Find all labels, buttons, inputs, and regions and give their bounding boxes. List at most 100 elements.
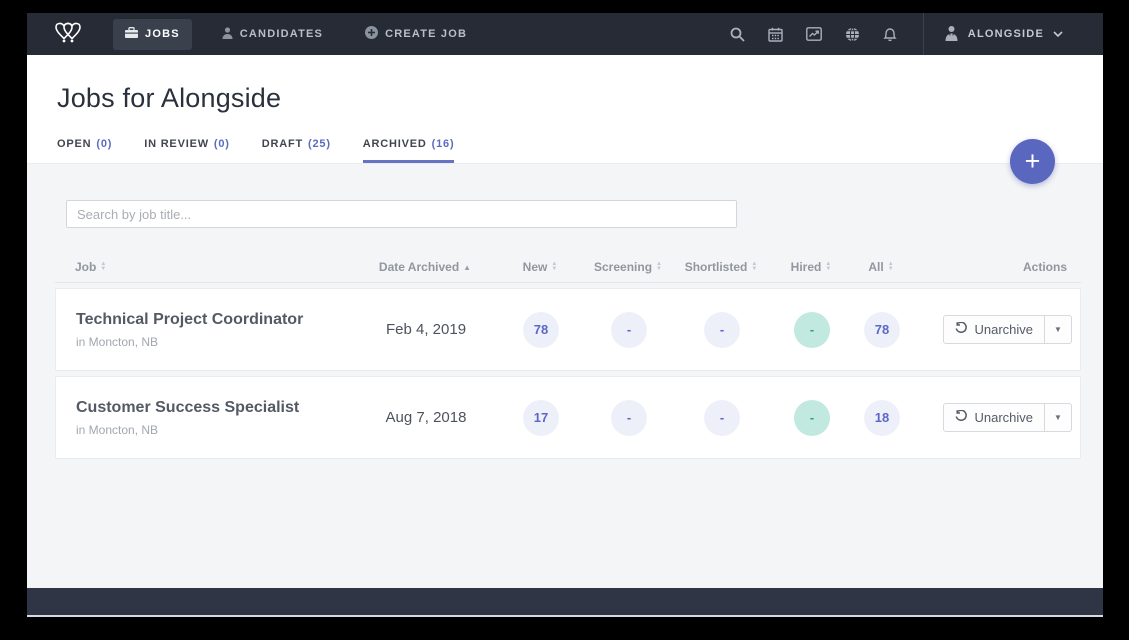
unarchive-split-button: Unarchive ▼ [943,315,1072,344]
plus-circle-icon [365,26,378,42]
column-header-job[interactable]: Job ▲▼ [55,260,355,274]
column-header-hired[interactable]: Hired ▲▼ [771,260,851,274]
utility-icons [730,27,923,42]
hired-count-cell: - [772,312,852,348]
search-icon[interactable] [730,27,745,42]
table-header: Job ▲▼ Date Archived ▲ New ▲▼ Screening … [55,252,1081,283]
job-title-link[interactable]: Technical Project Coordinator [76,311,356,329]
actions-cell: Unarchive ▼ [912,403,1082,432]
date-archived-cell: Aug 7, 2018 [356,409,496,426]
tab-count: (16) [432,138,455,150]
tab-count: (0) [214,138,230,150]
new-count-badge[interactable]: 78 [523,312,559,348]
account-avatar-icon [944,25,959,44]
job-cell: Technical Project Coordinator in Moncton… [56,311,356,349]
new-count-cell: 17 [496,400,586,436]
screening-count-badge[interactable]: - [611,312,647,348]
tab-label: DRAFT [262,138,303,150]
unarchive-button[interactable]: Unarchive [943,315,1045,344]
alongside-logo-icon[interactable] [53,20,83,48]
new-count-cell: 78 [496,312,586,348]
chevron-down-icon [1053,28,1063,40]
screening-count-badge[interactable]: - [611,400,647,436]
nav-right: ALONGSIDE [730,13,1103,55]
tab-draft[interactable]: DRAFT (25) [262,138,331,163]
job-title-link[interactable]: Customer Success Specialist [76,399,356,417]
jobs-table: Job ▲▼ Date Archived ▲ New ▲▼ Screening … [55,252,1081,459]
account-label: ALONGSIDE [968,28,1044,40]
restore-icon [955,322,968,337]
add-job-button[interactable]: + [1010,139,1055,184]
column-header-date-archived[interactable]: Date Archived ▲ [355,260,495,274]
analytics-icon[interactable] [806,27,822,41]
date-archived-cell: Feb 4, 2019 [356,321,496,338]
unarchive-button[interactable]: Unarchive [943,403,1045,432]
shortlisted-count-cell: - [672,312,772,348]
all-count-badge[interactable]: 18 [864,400,900,436]
table-row: Technical Project Coordinator in Moncton… [55,288,1081,371]
bell-icon[interactable] [883,27,897,42]
screening-count-cell: - [586,400,672,436]
nav-item-create-job[interactable]: CREATE JOB [353,18,479,50]
tab-in-review[interactable]: IN REVIEW (0) [144,138,230,163]
column-header-all[interactable]: All ▲▼ [851,260,911,274]
column-header-new[interactable]: New ▲▼ [495,260,585,274]
tab-label: OPEN [57,138,91,150]
sort-icon[interactable]: ▲▼ [751,262,757,272]
sort-icon[interactable]: ▲▼ [656,262,662,272]
top-navbar: JOBS CANDIDATES [27,13,1103,55]
account-menu[interactable]: ALONGSIDE [924,13,1103,55]
unarchive-dropdown-toggle[interactable]: ▼ [1045,403,1072,432]
integrations-title: INTEGRATIONS [27,615,1103,617]
nav-item-label: CREATE JOB [385,28,467,40]
plus-icon: + [1025,146,1041,177]
nav-left: JOBS CANDIDATES [27,18,479,50]
page-title: Jobs for Alongside [57,83,1075,114]
job-location: in Moncton, NB [76,335,356,349]
tab-label: IN REVIEW [144,138,209,150]
column-header-shortlisted[interactable]: Shortlisted ▲▼ [671,260,771,274]
shortlisted-count-badge[interactable]: - [704,312,740,348]
hired-count-cell: - [772,400,852,436]
tab-archived[interactable]: ARCHIVED (16) [363,138,455,163]
sort-asc-icon[interactable]: ▲ [463,263,471,272]
sort-icon[interactable]: ▲▼ [100,262,106,272]
nav-item-candidates[interactable]: CANDIDATES [210,19,335,50]
restore-icon [955,410,968,425]
briefcase-icon [125,27,138,42]
hired-count-badge[interactable]: - [794,400,830,436]
unarchive-split-button: Unarchive ▼ [943,403,1072,432]
sort-icon[interactable]: ▲▼ [551,262,557,272]
new-count-badge[interactable]: 17 [523,400,559,436]
column-header-screening[interactable]: Screening ▲▼ [585,260,671,274]
all-count-cell: 78 [852,312,912,348]
shortlisted-count-badge[interactable]: - [704,400,740,436]
job-location: in Moncton, NB [76,423,356,437]
person-icon [222,27,233,42]
content-area: + Job ▲▼ Date Archived ▲ New ▲▼ [27,163,1103,617]
nav-item-label: JOBS [145,28,180,40]
search-input[interactable] [66,200,737,228]
nav-item-label: CANDIDATES [240,28,323,40]
job-cell: Customer Success Specialist in Moncton, … [56,399,356,437]
table-row: Customer Success Specialist in Moncton, … [55,376,1081,459]
hired-count-badge[interactable]: - [794,312,830,348]
tab-label: ARCHIVED [363,138,427,150]
unarchive-dropdown-toggle[interactable]: ▼ [1045,315,1072,344]
all-count-badge[interactable]: 78 [864,312,900,348]
sort-icon[interactable]: ▲▼ [888,262,894,272]
all-count-cell: 18 [852,400,912,436]
integrations-panel: INTEGRATIONS facebook. Google [27,588,1103,617]
calendar-icon[interactable] [768,27,783,42]
tab-count: (0) [96,138,112,150]
page-head: Jobs for Alongside OPEN (0) IN REVIEW (0… [27,55,1103,163]
sort-icon[interactable]: ▲▼ [825,262,831,272]
app-window: JOBS CANDIDATES [27,13,1103,617]
search-wrap [27,164,1103,228]
column-header-actions: Actions [911,260,1081,274]
tab-open[interactable]: OPEN (0) [57,138,112,163]
screening-count-cell: - [586,312,672,348]
tab-count: (25) [308,138,331,150]
globe-icon[interactable] [845,27,860,42]
nav-item-jobs[interactable]: JOBS [113,19,192,50]
